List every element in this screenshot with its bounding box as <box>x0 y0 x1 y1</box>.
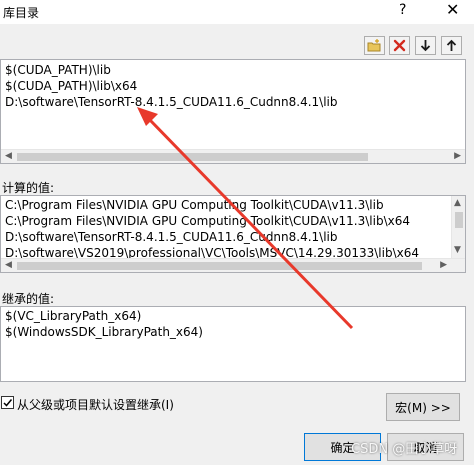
delete-x-icon <box>393 39 406 52</box>
scroll-thumb[interactable] <box>17 262 422 270</box>
watermark: CSDN @田小草呀 <box>351 442 458 457</box>
scroll-thumb[interactable] <box>17 153 368 161</box>
list-item: $(WindowsSDK_LibraryPath_x64) <box>5 325 203 339</box>
move-up-button[interactable] <box>441 36 462 55</box>
list-item[interactable]: D:\software\TensorRT-8.4.1.5_CUDA11.6_Cu… <box>5 94 338 110</box>
list-item: C:\Program Files\NVIDIA GPU Computing To… <box>5 198 384 212</box>
move-down-button[interactable] <box>415 36 436 55</box>
list-item: C:\Program Files\NVIDIA GPU Computing To… <box>5 214 410 228</box>
delete-button[interactable] <box>389 36 410 55</box>
horizontal-scrollbar[interactable]: ◀ ▶ <box>1 258 465 272</box>
macro-button[interactable]: 宏(M) >> <box>386 393 460 421</box>
edit-path-list[interactable]: $(CUDA_PATH)\lib $(CUDA_PATH)\lib\x64 D:… <box>0 59 466 164</box>
help-button[interactable]: ? <box>399 2 406 18</box>
scroll-right-icon[interactable]: ▶ <box>440 260 447 270</box>
scroll-left-icon[interactable]: ◀ <box>5 151 12 161</box>
inherited-label: 继承的值: <box>2 292 55 306</box>
arrow-down-icon <box>420 40 431 52</box>
inherited-list: $(VC_LibraryPath_x64) $(WindowsSDK_Libra… <box>0 306 466 382</box>
list-item[interactable]: $(CUDA_PATH)\lib <box>5 62 111 78</box>
vertical-scrollbar[interactable]: ▲ ▼ <box>451 196 465 258</box>
evaluated-list: C:\Program Files\NVIDIA GPU Computing To… <box>0 195 466 273</box>
folder-new-icon <box>367 39 381 52</box>
window-title: 库目录 <box>3 6 40 20</box>
inherit-checkbox[interactable] <box>1 396 14 409</box>
scroll-thumb[interactable] <box>455 212 463 228</box>
new-line-button[interactable] <box>364 36 385 55</box>
close-button[interactable]: ✕ <box>446 0 459 19</box>
list-item[interactable]: $(CUDA_PATH)\lib\x64 <box>5 78 137 94</box>
list-item: D:\software\TensorRT-8.4.1.5_CUDA11.6_Cu… <box>5 230 338 244</box>
list-item: $(VC_LibraryPath_x64) <box>5 309 142 323</box>
horizontal-scrollbar[interactable]: ◀ ▶ <box>1 149 465 163</box>
title-bar: 库目录 ? ✕ <box>0 0 474 24</box>
scroll-left-icon[interactable]: ◀ <box>5 260 12 270</box>
inherit-checkbox-label[interactable]: 从父级或项目默认设置继承(I) <box>17 396 174 413</box>
arrow-up-icon <box>446 39 457 51</box>
checkmark-icon <box>3 399 13 407</box>
evaluated-label: 计算的值: <box>2 181 55 195</box>
scroll-up-icon[interactable]: ▲ <box>454 198 461 208</box>
scroll-down-icon[interactable]: ▼ <box>454 245 461 255</box>
scroll-right-icon[interactable]: ▶ <box>454 151 461 161</box>
